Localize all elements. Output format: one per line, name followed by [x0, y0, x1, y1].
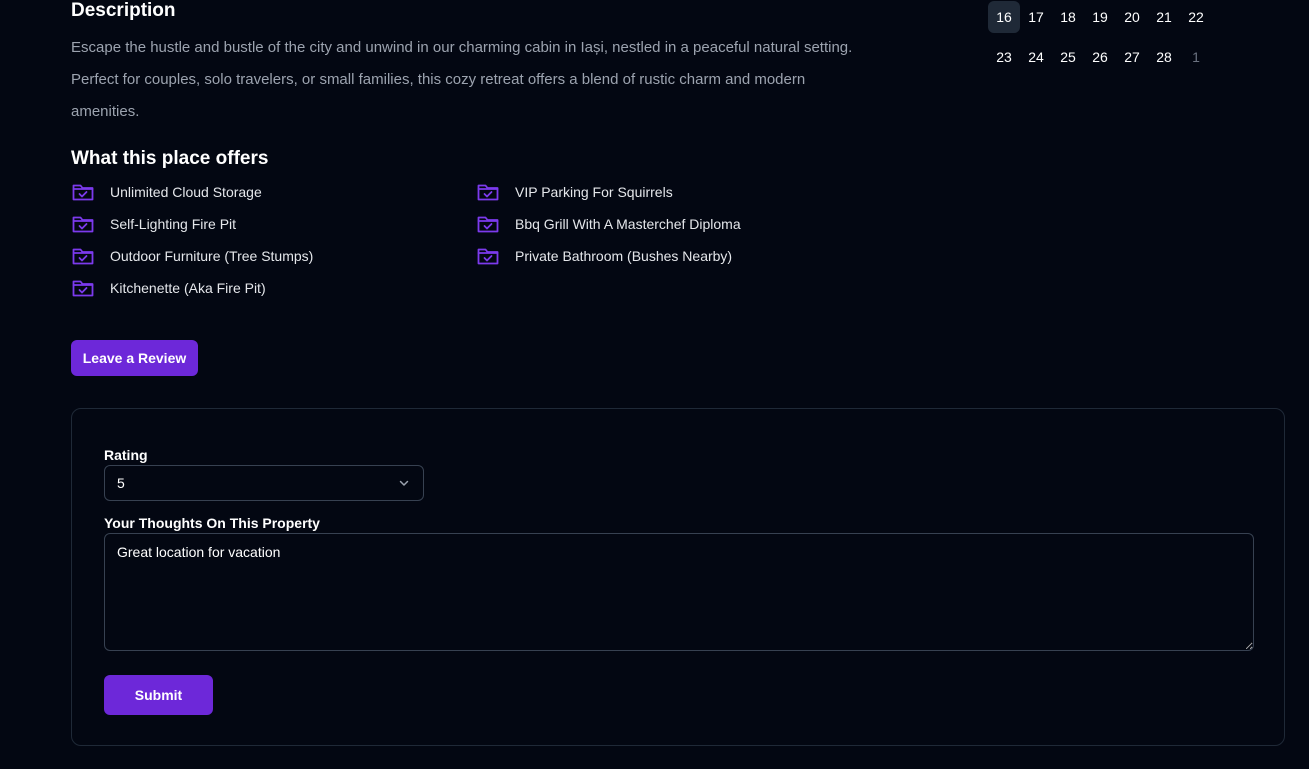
calendar-day[interactable]: 17	[1020, 1, 1052, 33]
folder-check-icon	[71, 244, 95, 268]
amenity-label: Self-Lighting Fire Pit	[110, 216, 237, 232]
calendar-day[interactable]: 24	[1020, 41, 1052, 73]
folder-check-icon	[476, 244, 500, 268]
amenity-label: Kitchenette (Aka Fire Pit)	[110, 280, 266, 296]
amenity-item: Private Bathroom (Bushes Nearby)	[476, 240, 732, 272]
review-form: Rating 5 Your Thoughts On This Property …	[71, 408, 1285, 746]
amenity-item: Unlimited Cloud Storage	[71, 176, 262, 208]
calendar-day[interactable]: 21	[1148, 1, 1180, 33]
amenity-label: Outdoor Furniture (Tree Stumps)	[110, 248, 314, 264]
amenity-item: Outdoor Furniture (Tree Stumps)	[71, 240, 313, 272]
amenity-item: Self-Lighting Fire Pit	[71, 208, 236, 240]
description-text: Escape the hustle and bustle of the city…	[71, 39, 853, 120]
folder-check-icon	[476, 180, 500, 204]
folder-check-icon	[476, 212, 500, 236]
calendar-day[interactable]: 18	[1052, 1, 1084, 33]
amenity-label: Bbq Grill With A Masterchef Diploma	[515, 216, 741, 232]
thoughts-label: Your Thoughts On This Property	[104, 515, 320, 531]
rating-label: Rating	[104, 447, 148, 463]
calendar-day[interactable]: 22	[1180, 1, 1212, 33]
rating-select[interactable]: 5	[104, 465, 424, 501]
folder-check-icon	[71, 180, 95, 204]
chevron-down-icon	[397, 476, 411, 490]
calendar-day[interactable]: 23	[988, 41, 1020, 73]
folder-check-icon	[71, 276, 95, 300]
amenity-item: Bbq Grill With A Masterchef Diploma	[476, 208, 741, 240]
amenity-label: Unlimited Cloud Storage	[110, 184, 262, 200]
calendar-day-selected[interactable]: 16	[988, 1, 1020, 33]
amenity-label: VIP Parking For Squirrels	[515, 184, 673, 200]
calendar-week: 16 17 18 19 20 21 22	[988, 1, 1212, 33]
leave-review-button[interactable]: Leave a Review	[71, 340, 198, 376]
calendar-week: 23 24 25 26 27 28 1	[988, 41, 1212, 73]
calendar-day[interactable]: 25	[1052, 41, 1084, 73]
description-heading: Description	[71, 0, 176, 21]
calendar-day-outside[interactable]: 1	[1180, 41, 1212, 73]
calendar-day[interactable]: 28	[1148, 41, 1180, 73]
submit-button[interactable]: Submit	[104, 675, 213, 715]
calendar-day[interactable]: 19	[1084, 1, 1116, 33]
offers-heading: What this place offers	[71, 148, 269, 169]
amenity-item: Kitchenette (Aka Fire Pit)	[71, 272, 266, 304]
amenity-label: Private Bathroom (Bushes Nearby)	[515, 248, 733, 264]
calendar-day[interactable]: 26	[1084, 41, 1116, 73]
rating-select-value: 5	[117, 475, 125, 491]
amenity-item: VIP Parking For Squirrels	[476, 176, 673, 208]
calendar-day[interactable]: 20	[1116, 1, 1148, 33]
thoughts-textarea[interactable]: Great location for vacation	[104, 533, 1254, 651]
folder-check-icon	[71, 212, 95, 236]
calendar-day[interactable]: 27	[1116, 41, 1148, 73]
